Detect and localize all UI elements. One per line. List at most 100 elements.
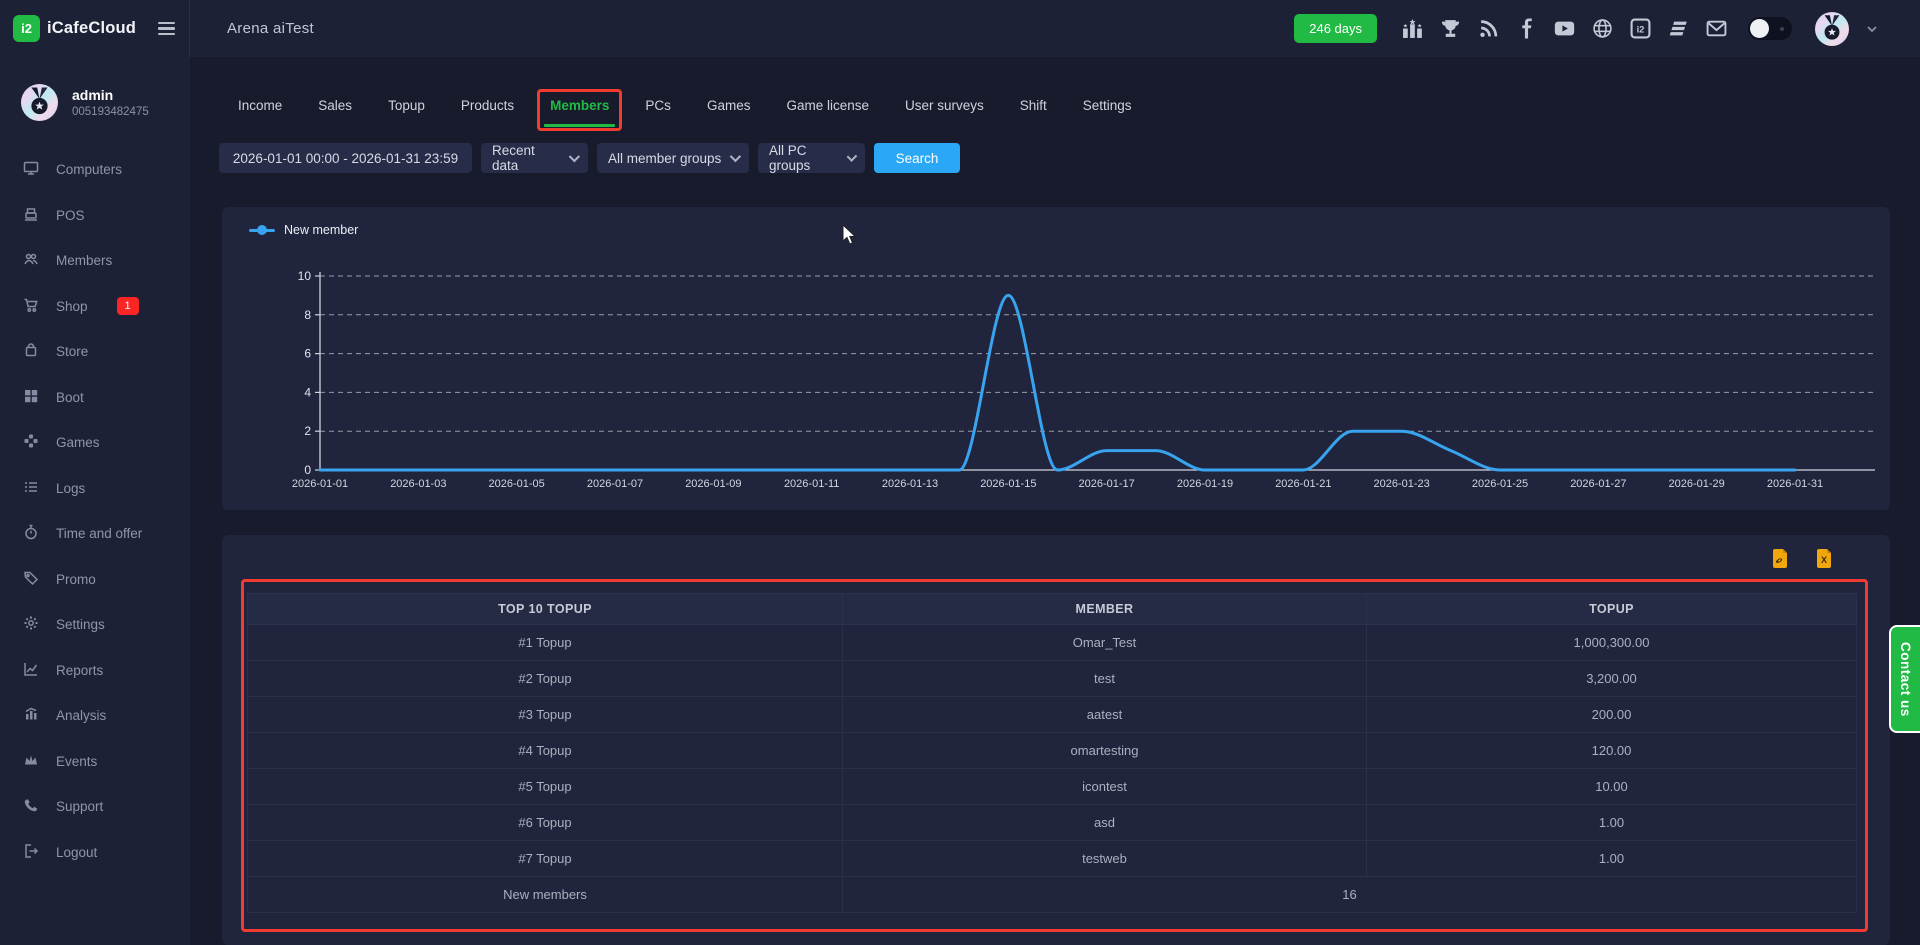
svg-text:2026-01-13: 2026-01-13 xyxy=(882,478,938,490)
games-icon xyxy=(23,433,39,452)
svg-text:2026-01-03: 2026-01-03 xyxy=(390,478,446,490)
trophy-icon[interactable] xyxy=(1440,18,1461,39)
date-range-input[interactable]: 2026-01-01 00:00 - 2026-01-31 23:59 xyxy=(219,143,472,173)
table-cell: #2 Topup xyxy=(248,661,843,697)
svg-text:2026-01-07: 2026-01-07 xyxy=(587,478,643,490)
theme-toggle[interactable] xyxy=(1748,17,1792,40)
facebook-icon[interactable] xyxy=(1516,18,1537,39)
sidebar-avatar[interactable] xyxy=(21,84,58,121)
sidebar-item-members[interactable]: Members xyxy=(0,238,190,284)
topbar: i2 iCafeCloud Arena aiTest 246 days i2 xyxy=(0,0,1920,57)
globe-icon[interactable] xyxy=(1592,18,1613,39)
sidebar-item-label: Members xyxy=(56,253,112,268)
sidebar-item-support[interactable]: Support xyxy=(0,784,190,830)
sidebar-item-boot[interactable]: Boot xyxy=(0,375,190,421)
topbar-logo-area: i2 iCafeCloud xyxy=(0,0,190,57)
tab-shift[interactable]: Shift xyxy=(1020,96,1047,116)
table-cell: test xyxy=(843,661,1367,697)
svg-text:2026-01-31: 2026-01-31 xyxy=(1767,478,1823,490)
tab-game-license[interactable]: Game license xyxy=(786,96,869,116)
sidebar-item-promo[interactable]: Promo xyxy=(0,557,190,603)
legend-marker-icon xyxy=(249,229,275,232)
sidebar-item-label: Settings xyxy=(56,617,105,632)
tab-sales[interactable]: Sales xyxy=(318,96,352,116)
table-row: #2 Topuptest3,200.00 xyxy=(248,661,1857,697)
sidebar-item-logout[interactable]: Logout xyxy=(0,830,190,876)
chart-legend[interactable]: New member xyxy=(249,223,358,237)
table-row: #1 TopupOmar_Test1,000,300.00 xyxy=(248,625,1857,661)
svg-text:X: X xyxy=(1821,555,1827,565)
platinum-medal-icon xyxy=(21,84,58,121)
logout-icon xyxy=(23,843,39,862)
user-id: 005193482475 xyxy=(72,106,149,118)
sidebar-item-pos[interactable]: POS xyxy=(0,193,190,239)
svg-text:2026-01-23: 2026-01-23 xyxy=(1374,478,1430,490)
notification-badge: 1 xyxy=(117,297,139,315)
members-icon xyxy=(23,251,39,270)
sidebar-item-analysis[interactable]: Analysis xyxy=(0,693,190,739)
pc-group-select[interactable]: All PC groups xyxy=(758,143,865,173)
table-cell: #7 Topup xyxy=(248,841,843,877)
sidebar: admin 005193482475 ComputersPOSMembersSh… xyxy=(0,57,190,945)
data-mode-select[interactable]: Recent data xyxy=(481,143,588,173)
legend-label: New member xyxy=(284,223,358,237)
sidebar-item-reports[interactable]: Reports xyxy=(0,648,190,694)
sidebar-item-events[interactable]: Events xyxy=(0,739,190,785)
sidebar-item-label: Analysis xyxy=(56,708,106,723)
youtube-icon[interactable] xyxy=(1554,18,1575,39)
table-cell: 1,000,300.00 xyxy=(1367,625,1857,661)
sidebar-item-computers[interactable]: Computers xyxy=(0,147,190,193)
sidebar-item-label: Promo xyxy=(56,572,96,587)
chevron-down-icon xyxy=(569,151,580,162)
svg-text:2026-01-19: 2026-01-19 xyxy=(1177,478,1233,490)
platinum-medal-icon xyxy=(1815,12,1849,46)
tab-games[interactable]: Games xyxy=(707,96,751,116)
member-group-value: All member groups xyxy=(608,151,721,166)
icafecloud-icon[interactable]: i2 xyxy=(1630,18,1651,39)
sidebar-item-time-and-offer[interactable]: Time and offer xyxy=(0,511,190,557)
tab-income[interactable]: Income xyxy=(238,96,282,116)
excel-export-icon[interactable]: X xyxy=(1816,549,1832,568)
export-buttons: X xyxy=(1772,549,1832,568)
data-mode-value: Recent data xyxy=(492,143,561,173)
analysis-icon xyxy=(23,706,39,725)
icafecloud-logo-icon: i2 xyxy=(13,15,40,42)
table-row: #4 Topupomartesting120.00 xyxy=(248,733,1857,769)
ranking-icon[interactable] xyxy=(1402,18,1423,39)
table-header-cell: TOP 10 TOPUP xyxy=(248,594,843,625)
svg-text:2026-01-05: 2026-01-05 xyxy=(489,478,545,490)
member-group-select[interactable]: All member groups xyxy=(597,143,749,173)
table-header-cell: MEMBER xyxy=(843,594,1367,625)
sidebar-item-label: Store xyxy=(56,344,88,359)
sidebar-item-logs[interactable]: Logs xyxy=(0,466,190,512)
pdf-export-icon[interactable] xyxy=(1772,549,1788,568)
hamburger-menu-icon[interactable] xyxy=(158,22,175,36)
mail-icon[interactable] xyxy=(1706,18,1727,39)
timer-icon xyxy=(23,524,39,543)
tab-settings[interactable]: Settings xyxy=(1083,96,1132,116)
rss-icon[interactable] xyxy=(1478,18,1499,39)
sidebar-item-label: Logout xyxy=(56,845,97,860)
sidebar-item-store[interactable]: Store xyxy=(0,329,190,375)
svg-text:4: 4 xyxy=(304,385,311,399)
sidebar-item-games[interactable]: Games xyxy=(0,420,190,466)
table-header-row: TOP 10 TOPUPMEMBERTOPUP xyxy=(248,594,1857,625)
user-avatar[interactable] xyxy=(1815,12,1849,46)
sidebar-item-settings[interactable]: Settings xyxy=(0,602,190,648)
tab-pcs[interactable]: PCs xyxy=(645,96,671,116)
chevron-down-icon[interactable] xyxy=(1866,23,1878,35)
events-icon xyxy=(23,752,39,771)
tab-user-surveys[interactable]: User surveys xyxy=(905,96,984,116)
tab-products[interactable]: Products xyxy=(461,96,514,116)
search-button[interactable]: Search xyxy=(874,143,960,173)
contact-us-button[interactable]: Contact us xyxy=(1889,625,1920,733)
sidebar-item-label: Logs xyxy=(56,481,85,496)
sidebar-item-label: Time and offer xyxy=(56,526,142,541)
subscription-days-badge[interactable]: 246 days xyxy=(1294,14,1377,43)
topup-table-panel: X TOP 10 TOPUPMEMBERTOPUP #1 TopupOmar_T… xyxy=(222,535,1890,945)
sidebar-item-shop[interactable]: Shop1 xyxy=(0,284,190,330)
layers-icon[interactable] xyxy=(1668,18,1689,39)
tab-topup[interactable]: Topup xyxy=(388,96,425,116)
table-cell: testweb xyxy=(843,841,1367,877)
tab-members[interactable]: Members xyxy=(550,96,609,116)
